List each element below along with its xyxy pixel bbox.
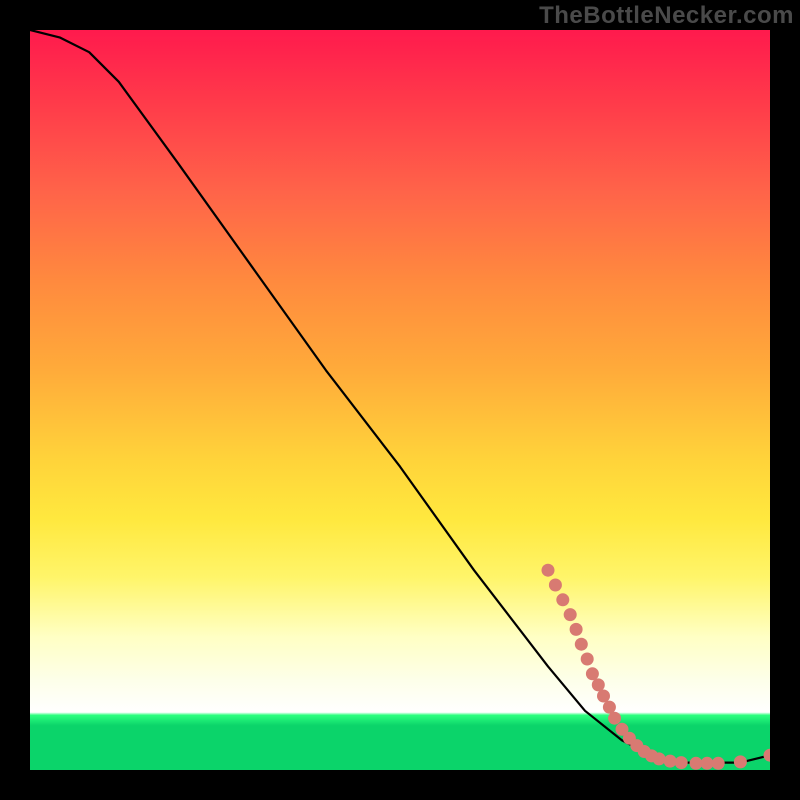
plot-area [30,30,770,770]
scatter-dot [581,653,594,666]
scatter-dot [653,752,666,765]
scatter-dot [592,678,605,691]
scatter-dot [608,712,621,725]
scatter-dot [575,638,588,651]
scatter-dot [664,755,677,768]
scatter-dot [564,608,577,621]
scatter-dot [586,667,599,680]
scatter-dot [556,593,569,606]
scatter-dot [549,579,562,592]
curve-layer [30,30,770,770]
scatter-points [542,564,771,770]
scatter-dot [764,749,771,762]
main-curve [30,30,770,763]
scatter-dot [690,757,703,770]
scatter-dot [734,755,747,768]
scatter-dot [675,756,688,769]
watermark-text: TheBottleNecker.com [539,2,794,30]
scatter-dot [701,757,714,770]
chart-frame: TheBottleNecker.com [0,0,800,800]
scatter-dot [712,757,725,770]
scatter-dot [542,564,555,577]
scatter-dot [597,690,610,703]
scatter-dot [570,623,583,636]
scatter-dot [603,701,616,714]
